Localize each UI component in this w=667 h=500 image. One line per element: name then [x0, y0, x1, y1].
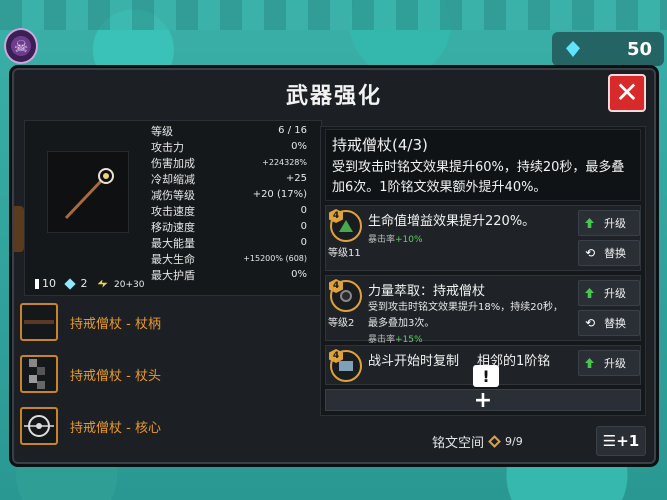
rune-3-icon: 4: [329, 349, 362, 382]
rune-2-upgrade-button[interactable]: 升级: [578, 280, 640, 306]
skull-badge-icon[interactable]: ☠: [4, 28, 38, 64]
rune-3-title: 战斗开始时复制 相邻的1阶铭: [368, 354, 551, 369]
part-head-slot[interactable]: [20, 355, 58, 393]
rune-tier-badge: 4: [329, 209, 343, 223]
part-handle-slot[interactable]: [20, 303, 58, 341]
stat-row-max-shield: 最大护盾 0%: [151, 268, 307, 282]
stat-row-attack: 攻击力 0%: [151, 140, 307, 154]
gem-icon: [566, 41, 580, 57]
set-title: 持戒僧杖(4/3): [332, 136, 428, 154]
health-rune-icon: [339, 220, 353, 232]
rune-2-title: 力量萃取：持戒僧杖: [368, 284, 486, 299]
swap-icon: ⟲: [585, 246, 596, 260]
rune-space-value: 9/9: [505, 435, 523, 448]
rune-2-swap-button[interactable]: ⟲ 替换: [578, 310, 640, 336]
background-band: [0, 0, 667, 30]
rune-1-swap-button[interactable]: ⟲ 替换: [578, 240, 640, 266]
strength-rune-icon: [340, 290, 352, 302]
weapon-image: [47, 151, 129, 233]
diamond-icon: [64, 277, 76, 290]
rune-1-upgrade-button[interactable]: 升级: [578, 210, 640, 236]
gem-counter: 50: [552, 32, 664, 66]
stat-row-damage-bonus: 伤害加成 +224328%: [151, 156, 307, 170]
left-edge-tab[interactable]: [14, 206, 24, 252]
staff-icon: [64, 168, 114, 220]
set-description: 持戒僧杖(4/3) 受到攻击时铭文效果提升60%，持续20秒，最多叠加6次。1阶…: [325, 129, 641, 201]
arrow-up-icon: [585, 358, 594, 368]
stat-row-cooldown: 冷却缩减 +25: [151, 172, 307, 186]
rune-card-1: 4 等级11 生命值增益效果提升220%。 暴击率+10% 升级 ⟲ 替换: [325, 205, 641, 271]
mini-stats: 10 2 20+30: [35, 275, 155, 291]
bolt-icon: [97, 279, 108, 288]
staff-handle-icon: [24, 320, 54, 324]
part-handle[interactable]: 持戒僧杖 - 杖柄: [20, 300, 310, 344]
gem-count: 50: [626, 38, 652, 60]
bar-icon: [35, 278, 39, 289]
stat-row-attack-speed: 攻击速度 0: [151, 204, 307, 218]
rune-2-crit: 暴击率+15%: [368, 335, 423, 345]
rune-2-desc: 受到攻击时铭文效果提升18%，持续20秒，最多叠加3次。: [368, 302, 563, 329]
stat-row-level: 等级 6 / 16: [151, 124, 307, 138]
dialog-title: 武器强化: [285, 84, 382, 109]
part-handle-label: 持戒僧杖 - 杖柄: [70, 316, 161, 332]
rune-card-2: 4 等级2 力量萃取：持戒僧杖 受到攻击时铭文效果提升18%，持续20秒，最多叠…: [325, 275, 641, 345]
rune-space: 铭文空间 9/9: [432, 432, 523, 451]
arrow-up-icon: [585, 288, 594, 298]
rune-1-level: 等级11: [328, 248, 361, 259]
stat-row-max-energy: 最大能量 0: [151, 236, 307, 250]
swap-icon: ⟲: [585, 316, 596, 330]
weapon-upgrade-dialog: 武器强化 ✕ 等级 6 / 16 攻击力 0% 伤害加成 +224328% 冷却缩减 +…: [12, 68, 656, 464]
part-core-slot[interactable]: [20, 407, 58, 445]
part-core[interactable]: 持戒僧杖 - 核心: [20, 404, 310, 448]
arrow-up-icon: [585, 218, 594, 228]
stat-row-max-hp: 最大生命 +15200% (608): [151, 252, 307, 266]
rune-space-label: 铭文空间: [432, 436, 485, 451]
close-button[interactable]: ✕: [608, 74, 646, 112]
part-core-label: 持戒僧杖 - 核心: [70, 420, 161, 436]
stat-row-move-speed: 移动速度 0: [151, 220, 307, 234]
warning-icon[interactable]: !: [473, 365, 499, 387]
copy-rune-icon: [339, 361, 353, 371]
weapon-stats-panel: 等级 6 / 16 攻击力 0% 伤害加成 +224328% 冷却缩减 +25 减伤等级…: [24, 120, 322, 296]
rune-2-level: 等级2: [328, 318, 355, 329]
part-head-label: 持戒僧杖 - 杖头: [70, 368, 161, 384]
stat-row-damage-reduction: 减伤等级 +20 (17%): [151, 188, 307, 202]
rune-slot-icon: [488, 435, 501, 448]
rune-3-upgrade-button[interactable]: 升级: [578, 350, 640, 376]
add-rune-button[interactable]: +: [325, 388, 641, 413]
rune-2-icon: 4: [329, 279, 362, 312]
staff-head-icon: [29, 359, 45, 389]
rune-1-crit: 暴击率+10%: [368, 235, 423, 245]
rune-1-title: 生命值增益效果提升220%。: [368, 214, 536, 229]
staff-core-icon: [24, 415, 54, 437]
part-head[interactable]: 持戒僧杖 - 杖头: [20, 352, 310, 396]
sort-button[interactable]: ☰+1: [596, 426, 646, 456]
set-text: 受到攻击时铭文效果提升60%，持续20秒，最多叠加6次。1阶铭文效果额外提升40…: [332, 160, 625, 195]
rune-panel: 持戒僧杖(4/3) 受到攻击时铭文效果提升60%，持续20秒，最多叠加6次。1阶…: [320, 126, 646, 416]
rune-1-icon: 4: [329, 209, 362, 242]
